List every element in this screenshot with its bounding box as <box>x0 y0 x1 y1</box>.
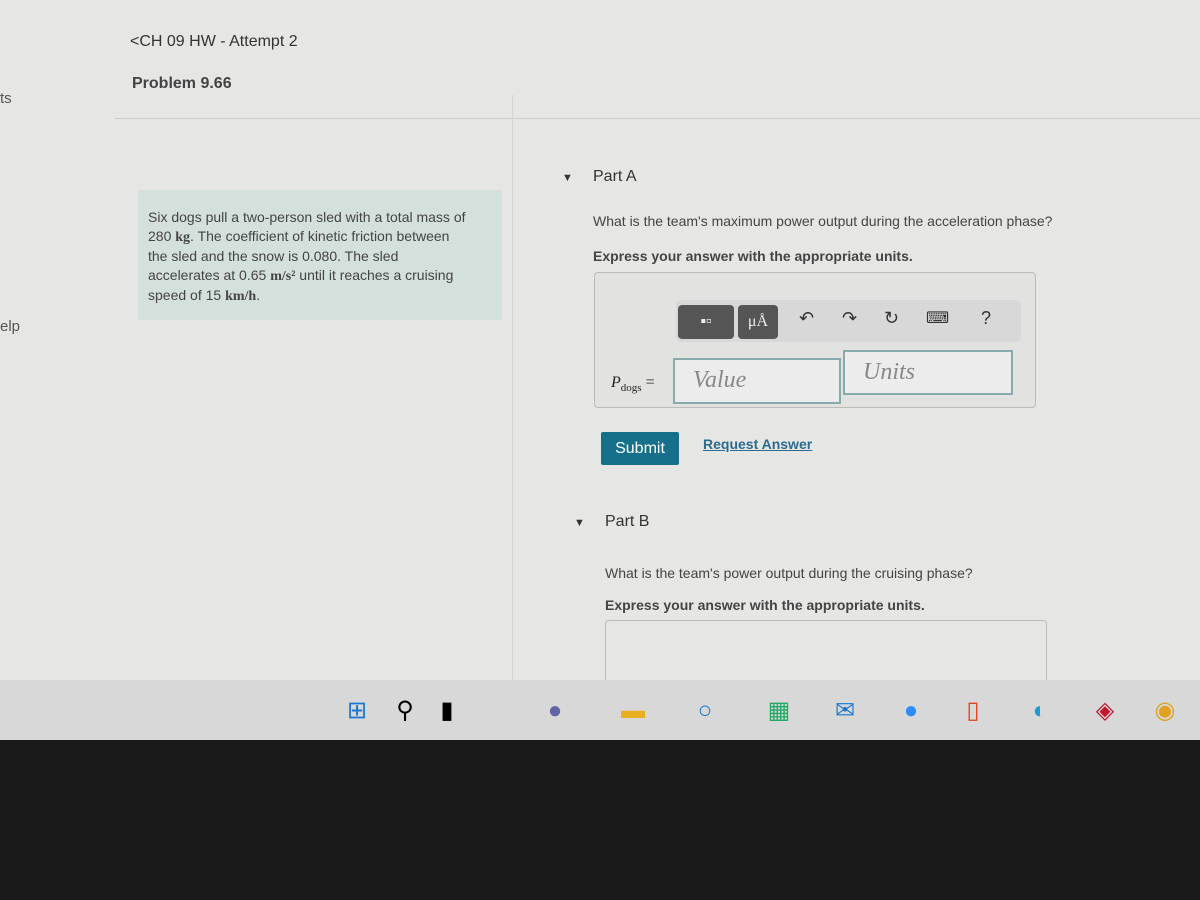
teams-chat-icon[interactable]: ● <box>540 696 570 726</box>
part-a-header[interactable]: Part A <box>593 168 637 186</box>
reset-icon[interactable]: ↻ <box>884 308 899 329</box>
problem-statement: Six dogs pull a two-person sled with a t… <box>138 190 502 320</box>
cortana-icon[interactable]: ○ <box>690 696 720 726</box>
store-icon[interactable]: ▦ <box>764 696 794 726</box>
templates-icon[interactable]: ▪▫ <box>678 305 734 339</box>
edge-icon[interactable]: ◐ <box>1025 696 1055 726</box>
search-icon[interactable]: ⚲ <box>390 696 420 726</box>
problem-line: speed of 15 km/h. <box>148 287 261 304</box>
part-b-instruction: Express your answer with the appropriate… <box>605 597 925 613</box>
undo-icon[interactable]: ↶ <box>799 308 814 329</box>
units-button[interactable]: μÅ <box>738 305 778 339</box>
breadcrumb-back-link[interactable]: <CH 09 HW - Attempt 2 <box>130 33 298 51</box>
part-b-question: What is the team's power output during t… <box>605 565 973 581</box>
part-b-answer-box <box>605 620 1047 681</box>
mcafee-icon[interactable]: ◈ <box>1090 696 1120 726</box>
collapse-triangle-icon[interactable]: ▼ <box>562 172 573 184</box>
zoom-icon[interactable]: ● <box>896 696 926 726</box>
divider <box>512 95 513 680</box>
keyboard-icon[interactable]: ⌨ <box>926 308 949 328</box>
part-b-header[interactable]: Part B <box>605 513 649 531</box>
part-a-instruction: Express your answer with the appropriate… <box>593 248 913 264</box>
problem-line: accelerates at 0.65 m/s² until it reache… <box>148 267 454 284</box>
request-answer-link[interactable]: Request Answer <box>703 436 812 452</box>
sidebar-item-help[interactable]: elp <box>0 318 20 335</box>
math-toolbar: ▪▫ μÅ ↶ ↷ ↻ ⌨ ? <box>676 300 1021 342</box>
chrome-icon[interactable]: ◉ <box>1150 696 1180 726</box>
variable-label: Pdogs = <box>611 374 655 395</box>
units-input[interactable]: Units <box>843 350 1013 395</box>
value-input[interactable]: Value <box>673 358 841 404</box>
redo-icon[interactable]: ↷ <box>842 308 857 329</box>
submit-button[interactable]: Submit <box>601 432 679 465</box>
file-explorer-icon[interactable]: ▬ <box>618 696 648 726</box>
windows-start-icon[interactable]: ⊞ <box>342 696 372 726</box>
part-a-question: What is the team's maximum power output … <box>593 213 1053 229</box>
sidebar-item[interactable]: ts <box>0 90 12 107</box>
problem-line: 280 kg. The coefficient of kinetic frict… <box>148 228 450 245</box>
divider <box>115 118 1200 119</box>
office-icon[interactable]: ▯ <box>958 696 988 726</box>
task-view-icon[interactable]: ▮ <box>432 696 462 726</box>
help-button[interactable]: ? <box>981 308 991 329</box>
browser-page: <CH 09 HW - Attempt 2 Problem 9.66 ts el… <box>0 0 1200 681</box>
taskbar: ⊞ ⚲ ▮ ● ▬ ○ ▦ ✉ ● ▯ ◐ ◈ ◉ <box>0 680 1200 740</box>
problem-line: Six dogs pull a two-person sled with a t… <box>148 209 466 225</box>
collapse-triangle-icon[interactable]: ▼ <box>574 517 585 529</box>
mail-icon[interactable]: ✉ <box>830 696 860 726</box>
problem-line: the sled and the snow is 0.080. The sled <box>148 248 399 264</box>
page-title: Problem 9.66 <box>132 75 232 92</box>
